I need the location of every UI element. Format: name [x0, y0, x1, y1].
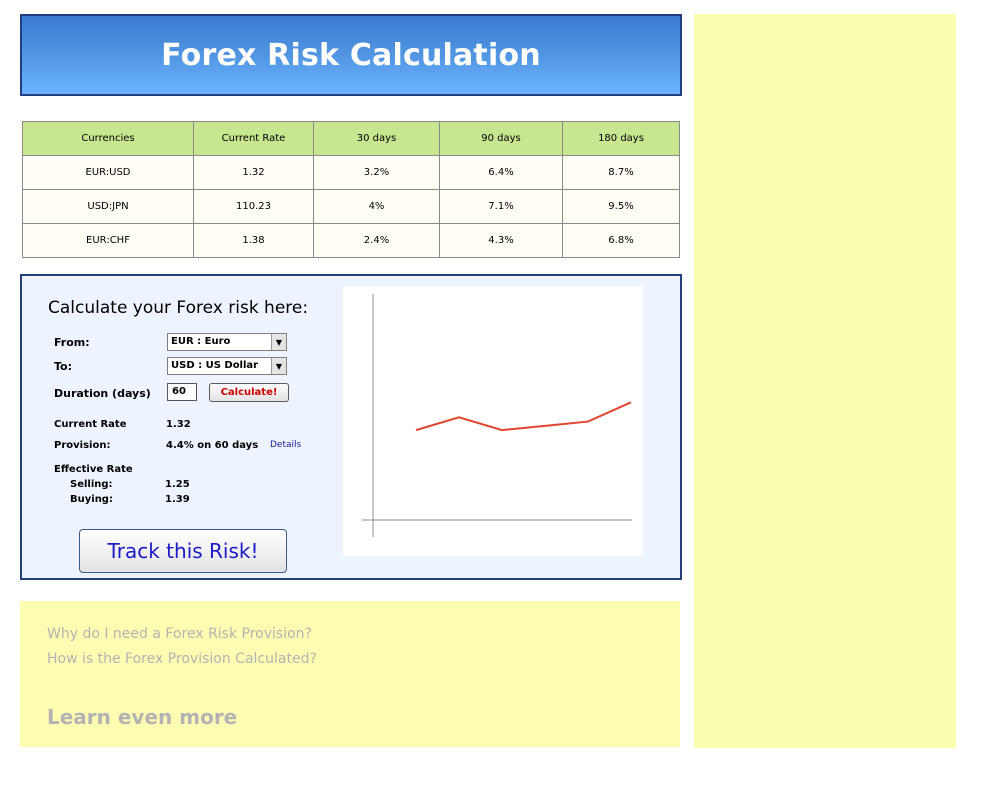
rate-chart-svg: [362, 294, 632, 537]
duration-label: Duration (days): [54, 387, 151, 400]
details-link[interactable]: Details: [270, 440, 301, 450]
table-cell: 1.38: [193, 223, 314, 258]
selling-label: Selling:: [70, 479, 113, 490]
chevron-down-icon: ▼: [271, 334, 286, 350]
table-cell: 9.5%: [562, 189, 680, 224]
faq-link-how[interactable]: How is the Forex Provision Calculated?: [47, 651, 317, 667]
from-currency-value: EUR : Euro: [171, 336, 231, 347]
selling-value: 1.25: [165, 479, 190, 490]
page-header: Forex Risk Calculation: [20, 14, 682, 96]
buying-label: Buying:: [70, 494, 113, 505]
table-cell: USD:JPN: [22, 189, 194, 224]
column-header: 30 days: [313, 121, 440, 156]
table-row: USD:JPN 110.23 4% 7.1% 9.5%: [22, 189, 680, 224]
faq-link-why[interactable]: Why do I need a Forex Risk Provision?: [47, 626, 312, 642]
sidebar-panel: [694, 14, 956, 748]
table-cell: 4%: [313, 189, 440, 224]
rate-chart: [343, 286, 643, 556]
track-risk-button[interactable]: Track this Risk!: [79, 529, 287, 573]
page-title: Forex Risk Calculation: [161, 37, 541, 73]
from-currency-select[interactable]: EUR : Euro ▼: [167, 333, 287, 351]
duration-input[interactable]: 60: [167, 383, 197, 401]
table-cell: 6.4%: [439, 155, 563, 190]
buying-value: 1.39: [165, 494, 190, 505]
table-cell: 3.2%: [313, 155, 440, 190]
to-currency-select[interactable]: USD : US Dollar ▼: [167, 357, 287, 375]
from-label: From:: [54, 336, 90, 349]
table-cell: 110.23: [193, 189, 314, 224]
current-rate-label: Current Rate: [54, 419, 127, 430]
table-cell: EUR:USD: [22, 155, 194, 190]
learn-more-link[interactable]: Learn even more: [47, 705, 237, 729]
column-header: Current Rate: [193, 121, 314, 156]
table-cell: 8.7%: [562, 155, 680, 190]
column-header: 180 days: [562, 121, 680, 156]
column-header: Currencies: [22, 121, 194, 156]
table-cell: 7.1%: [439, 189, 563, 224]
current-rate-value: 1.32: [166, 419, 191, 430]
table-row: EUR:CHF 1.38 2.4% 4.3% 6.8%: [22, 223, 680, 258]
table-header-row: Currencies Current Rate 30 days 90 days …: [22, 121, 680, 156]
table-cell: 1.32: [193, 155, 314, 190]
calculator-title: Calculate your Forex risk here:: [48, 298, 309, 318]
to-currency-value: USD : US Dollar: [171, 360, 259, 371]
table-cell: 6.8%: [562, 223, 680, 258]
to-label: To:: [54, 360, 72, 373]
table-cell: EUR:CHF: [22, 223, 194, 258]
chart-series-line-0: [415, 401, 632, 432]
chevron-down-icon: ▼: [271, 358, 286, 374]
effective-rate-label: Effective Rate: [54, 464, 133, 475]
provision-label: Provision:: [54, 440, 111, 451]
table-cell: 2.4%: [313, 223, 440, 258]
provision-value: 4.4% on 60 days: [166, 440, 259, 451]
risk-calculator-panel: Calculate your Forex risk here: From: EU…: [20, 274, 682, 580]
rates-table: Currencies Current Rate 30 days 90 days …: [22, 121, 680, 258]
table-cell: 4.3%: [439, 223, 563, 258]
calculate-button[interactable]: Calculate!: [209, 383, 289, 402]
column-header: 90 days: [439, 121, 563, 156]
table-row: EUR:USD 1.32 3.2% 6.4% 8.7%: [22, 155, 680, 190]
faq-panel: Why do I need a Forex Risk Provision? Ho…: [20, 601, 680, 747]
